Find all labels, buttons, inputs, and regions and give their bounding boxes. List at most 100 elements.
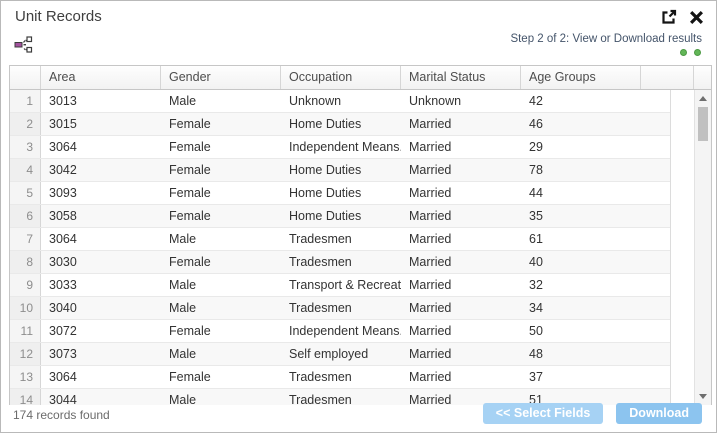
cell-rownum: 14	[10, 389, 41, 405]
cell-occupation: Tradesmen	[281, 366, 401, 388]
unit-records-grid: Area Gender Occupation Marital Status Ag…	[9, 65, 712, 405]
table-row[interactable]: 33064FemaleIndependent Means...Married29	[10, 136, 670, 159]
column-header-marital-status[interactable]: Marital Status	[401, 66, 521, 89]
cell-gender: Female	[161, 251, 281, 273]
table-row[interactable]: 13013MaleUnknownUnknown42	[10, 90, 670, 113]
table-row[interactable]: 53093FemaleHome DutiesMarried44	[10, 182, 670, 205]
cell-gender: Male	[161, 389, 281, 405]
cell-occupation: Self employed	[281, 343, 401, 365]
cell-marital-status: Married	[401, 320, 521, 342]
cell-occupation: Home Duties	[281, 113, 401, 135]
cell-age-groups: 61	[521, 228, 641, 250]
cell-age-groups: 32	[521, 274, 641, 296]
cell-marital-status: Married	[401, 251, 521, 273]
cell-marital-status: Married	[401, 205, 521, 227]
cell-marital-status: Married	[401, 182, 521, 204]
table-row[interactable]: 133064FemaleTradesmenMarried37	[10, 366, 670, 389]
cell-area: 3072	[41, 320, 161, 342]
scroll-up-arrow-icon[interactable]	[695, 92, 711, 106]
table-row[interactable]: 123073MaleSelf employedMarried48	[10, 343, 670, 366]
cell-area: 3058	[41, 205, 161, 227]
cell-area: 3093	[41, 182, 161, 204]
cell-gender: Male	[161, 228, 281, 250]
cell-gender: Male	[161, 343, 281, 365]
page-title: Unit Records	[15, 8, 102, 25]
cell-age-groups: 34	[521, 297, 641, 319]
vertical-scrollbar[interactable]	[694, 90, 711, 405]
cell-marital-status: Married	[401, 159, 521, 181]
cell-age-groups: 42	[521, 90, 641, 112]
cell-area: 3042	[41, 159, 161, 181]
column-header-filler	[641, 66, 693, 89]
cell-gender: Female	[161, 205, 281, 227]
cell-gender: Female	[161, 136, 281, 158]
cell-marital-status: Married	[401, 343, 521, 365]
column-header-gender[interactable]: Gender	[161, 66, 281, 89]
cell-rownum: 9	[10, 274, 41, 296]
cell-area: 3073	[41, 343, 161, 365]
scroll-down-arrow-icon[interactable]	[695, 389, 711, 403]
cell-occupation: Home Duties	[281, 182, 401, 204]
cell-area: 3015	[41, 113, 161, 135]
table-row[interactable]: 73064MaleTradesmenMarried61	[10, 228, 670, 251]
cell-rownum: 6	[10, 205, 41, 227]
table-body: 13013MaleUnknownUnknown4223015FemaleHome…	[10, 90, 671, 405]
cell-gender: Female	[161, 113, 281, 135]
share-tree-icon[interactable]	[14, 36, 33, 58]
cell-gender: Female	[161, 320, 281, 342]
cell-occupation: Home Duties	[281, 159, 401, 181]
cell-rownum: 11	[10, 320, 41, 342]
table-row[interactable]: 43042FemaleHome DutiesMarried78	[10, 159, 670, 182]
cell-area: 3040	[41, 297, 161, 319]
cell-age-groups: 37	[521, 366, 641, 388]
table-row[interactable]: 93033MaleTransport & Recreat...Married32	[10, 274, 670, 297]
cell-rownum: 2	[10, 113, 41, 135]
select-fields-button[interactable]: << Select Fields	[483, 403, 604, 424]
column-header-area[interactable]: Area	[41, 66, 161, 89]
cell-age-groups: 48	[521, 343, 641, 365]
cell-occupation: Tradesmen	[281, 389, 401, 405]
cell-occupation: Independent Means...	[281, 136, 401, 158]
download-button[interactable]: Download	[616, 403, 702, 424]
cell-marital-status: Married	[401, 297, 521, 319]
cell-area: 3044	[41, 389, 161, 405]
records-found-label: 174 records found	[13, 408, 110, 422]
cell-marital-status: Married	[401, 228, 521, 250]
cell-area: 3013	[41, 90, 161, 112]
cell-age-groups: 50	[521, 320, 641, 342]
table-row[interactable]: 103040MaleTradesmenMarried34	[10, 297, 670, 320]
cell-gender: Female	[161, 182, 281, 204]
cell-rownum: 3	[10, 136, 41, 158]
cell-occupation: Transport & Recreat...	[281, 274, 401, 296]
table-row[interactable]: 63058FemaleHome DutiesMarried35	[10, 205, 670, 228]
step-dot	[680, 49, 687, 56]
cell-area: 3064	[41, 228, 161, 250]
cell-marital-status: Married	[401, 113, 521, 135]
table-row[interactable]: 23015FemaleHome DutiesMarried46	[10, 113, 670, 136]
column-header-occupation[interactable]: Occupation	[281, 66, 401, 89]
table-row[interactable]: 113072FemaleIndependent Means...Married5…	[10, 320, 670, 343]
cell-area: 3064	[41, 136, 161, 158]
cell-marital-status: Married	[401, 366, 521, 388]
step-indicator: Step 2 of 2: View or Download results	[510, 33, 702, 45]
table-row[interactable]: 83030FemaleTradesmenMarried40	[10, 251, 670, 274]
window-controls	[660, 8, 704, 26]
cell-marital-status: Married	[401, 274, 521, 296]
cell-gender: Male	[161, 274, 281, 296]
step-dot	[694, 49, 701, 56]
cell-age-groups: 40	[521, 251, 641, 273]
cell-rownum: 7	[10, 228, 41, 250]
cell-age-groups: 78	[521, 159, 641, 181]
column-header-rownum	[10, 66, 41, 89]
cell-gender: Male	[161, 297, 281, 319]
header-scrollbar-spacer	[693, 66, 711, 89]
cell-gender: Female	[161, 159, 281, 181]
step-dots	[680, 49, 701, 56]
close-icon[interactable]	[689, 10, 704, 25]
cell-marital-status: Married	[401, 136, 521, 158]
column-header-age-groups[interactable]: Age Groups	[521, 66, 641, 89]
cell-rownum: 1	[10, 90, 41, 112]
scrollbar-thumb[interactable]	[698, 107, 708, 141]
cell-occupation: Unknown	[281, 90, 401, 112]
open-in-new-icon[interactable]	[660, 8, 678, 26]
